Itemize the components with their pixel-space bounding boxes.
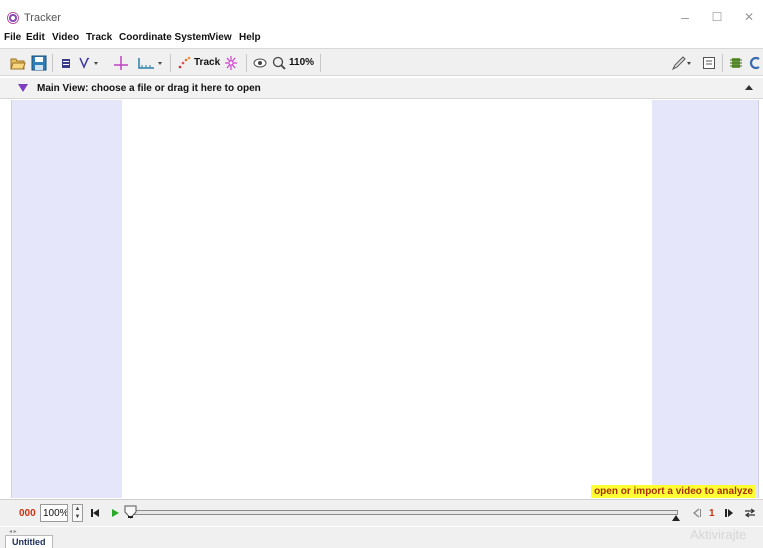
menu-view[interactable]: View [209,32,232,43]
axes-icon[interactable] [113,55,129,71]
tab-untitled[interactable]: Untitled [5,535,53,548]
menu-coordinate-system[interactable]: Coordinate System [119,32,210,43]
tab-scroll-icon[interactable]: ◂ ▸ [9,528,17,535]
main-view-canvas[interactable]: open or import a video to analyze [11,100,759,498]
toolbar: Track 110% [0,48,763,76]
step-back-icon[interactable] [692,508,702,518]
frame-slider-track[interactable] [130,510,678,515]
frame-number[interactable]: 000 [19,508,36,519]
menu-video[interactable]: Video [52,32,79,43]
main-view-title: Main View: choose a file or drag it here… [37,83,261,94]
open-folder-icon[interactable] [10,55,26,71]
save-icon[interactable] [31,55,47,71]
end-frame-marker[interactable] [672,515,680,521]
menu-track[interactable]: Track [86,32,112,43]
playback-rate-input[interactable] [40,504,68,522]
reset-to-start-icon[interactable] [90,508,100,518]
menu-bar: File Edit Video Track Coordinate System … [0,30,763,47]
tab-strip: ◂ ▸ Untitled [0,527,763,548]
zoom-icon[interactable] [272,55,286,71]
collapse-icon[interactable] [745,85,753,90]
step-forward-icon[interactable] [724,508,734,518]
frame-slider-thumb[interactable] [124,505,137,519]
menu-file[interactable]: File [4,32,21,43]
pencil-icon[interactable] [671,55,693,71]
clip-settings-icon[interactable] [60,55,72,71]
loop-icon[interactable] [744,508,756,518]
tape-measure-icon[interactable] [137,55,165,71]
zoom-level[interactable]: 110% [289,57,314,68]
step-size[interactable]: 1 [709,508,715,519]
status-message: open or import a video to analyze [591,485,756,498]
menu-edit[interactable]: Edit [26,32,45,43]
window-title: Tracker [24,12,61,24]
tracker-app-icon [7,12,19,24]
activation-watermark: Aktivirajte [690,527,747,542]
main-view-menu-icon[interactable] [18,84,28,92]
autotracker-icon[interactable] [224,55,238,71]
memory-icon[interactable] [729,55,743,71]
track-points-icon[interactable] [178,55,192,71]
visibility-eye-icon[interactable] [253,55,267,71]
video-frame-area[interactable] [122,100,652,498]
notes-icon[interactable] [702,55,716,71]
title-bar: Tracker – ☐ ✕ [0,0,763,34]
main-view-header: Main View: choose a file or drag it here… [0,78,763,99]
spinner-up-icon[interactable]: ▲ [73,505,82,513]
rate-spinner[interactable]: ▲ ▼ [72,504,83,522]
video-player-bar: 000 ▲ ▼ 1 [0,499,763,526]
close-button[interactable]: ✕ [736,8,762,26]
track-button-label[interactable]: Track [194,57,220,68]
calibration-icon[interactable] [78,55,100,71]
spinner-down-icon[interactable]: ▼ [73,513,82,521]
minimize-button[interactable]: – [672,8,698,26]
menu-help[interactable]: Help [239,32,261,43]
maximize-button[interactable]: ☐ [704,8,730,26]
refresh-icon[interactable] [748,55,762,71]
play-icon[interactable] [110,508,120,518]
